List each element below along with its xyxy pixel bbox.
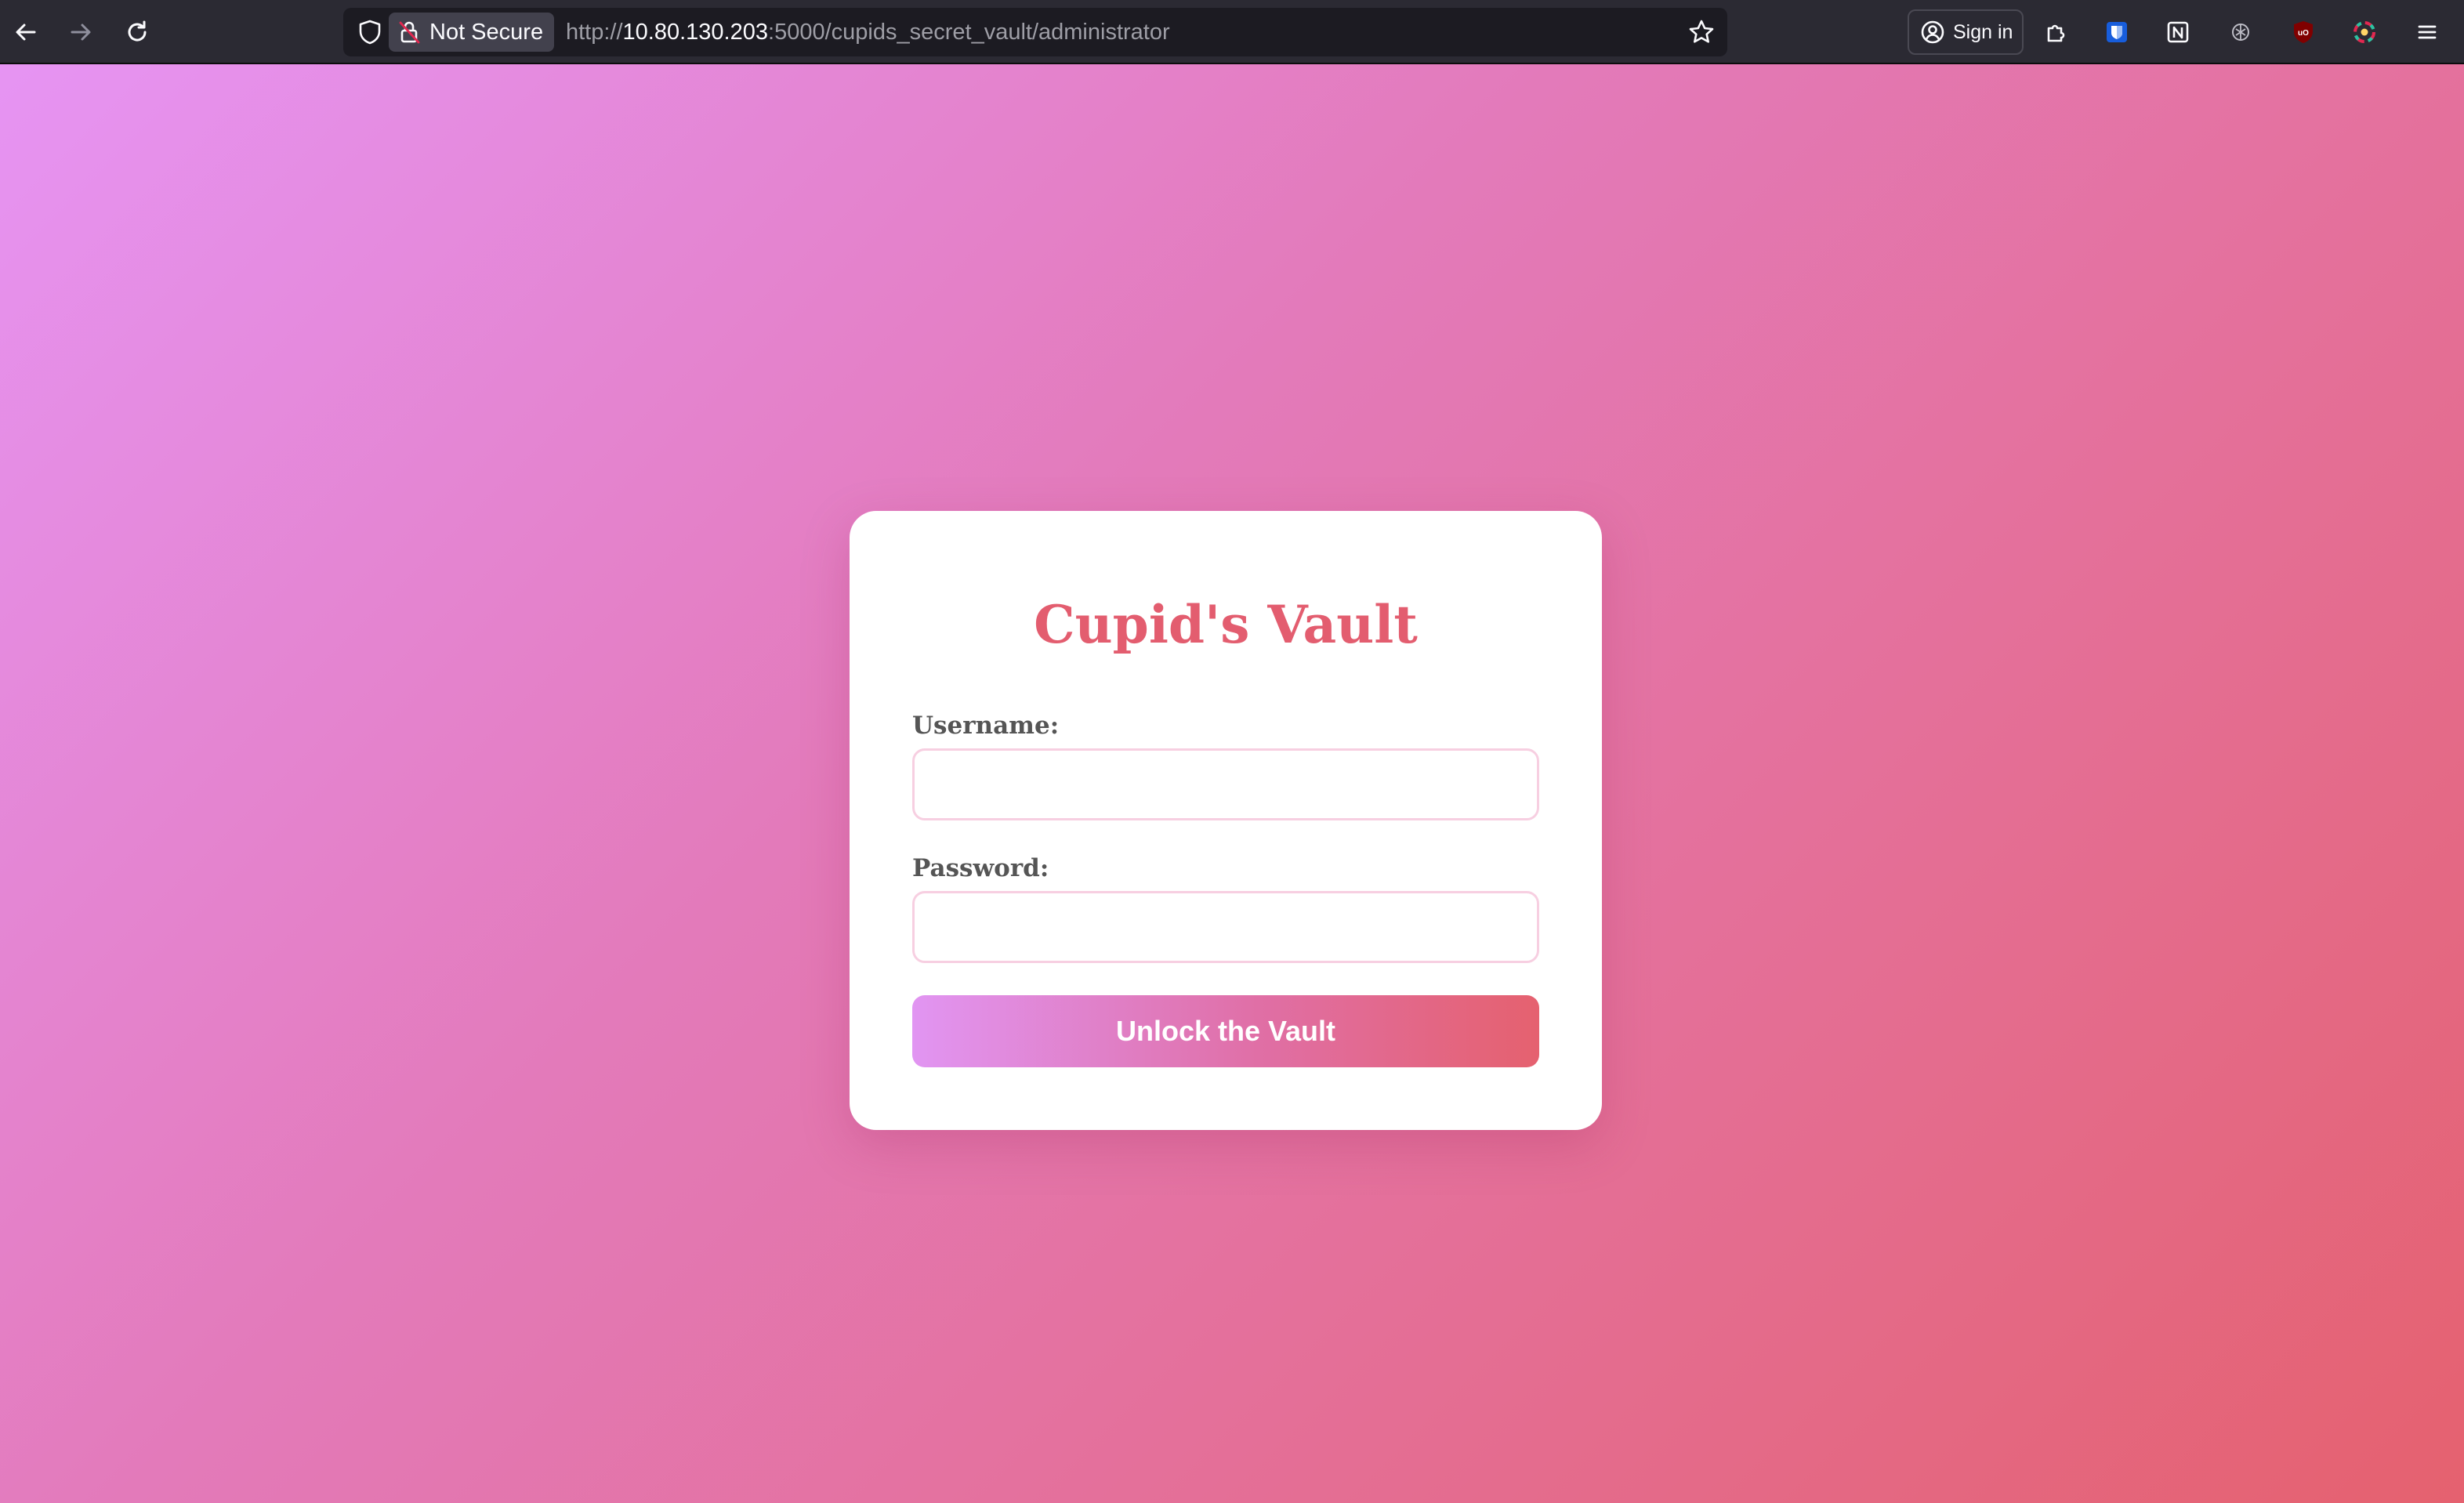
svg-text:uO: uO bbox=[2298, 29, 2309, 38]
color-picker-icon bbox=[2353, 21, 2375, 43]
page-viewport: Cupid's Vault Username: Password: Unlock… bbox=[0, 64, 2464, 1503]
ublock-extension-button[interactable]: uO bbox=[2281, 9, 2326, 55]
forward-icon bbox=[71, 24, 91, 41]
page-title: Cupid's Vault bbox=[1034, 594, 1418, 655]
unlock-vault-button[interactable]: Unlock the Vault bbox=[912, 995, 1539, 1067]
url-text[interactable]: http://10.80.130.203:5000/cupids_secret_… bbox=[566, 8, 1170, 56]
login-card: Cupid's Vault Username: Password: Unlock… bbox=[850, 511, 1602, 1130]
notion-extension-button[interactable] bbox=[2155, 9, 2201, 55]
color-picker-extension-button[interactable] bbox=[2342, 9, 2387, 55]
extension-button[interactable] bbox=[2218, 9, 2263, 55]
site-security-button[interactable]: Not Secure bbox=[389, 13, 555, 52]
password-input[interactable] bbox=[912, 891, 1539, 963]
tracking-protection-button[interactable] bbox=[356, 18, 384, 46]
username-label: Username: bbox=[912, 712, 1060, 740]
star-icon bbox=[1689, 20, 1714, 43]
ublock-icon: uO bbox=[2294, 21, 2313, 43]
extensions-button[interactable] bbox=[2033, 9, 2078, 55]
shield-icon bbox=[359, 20, 381, 45]
account-icon bbox=[1920, 20, 1945, 45]
reload-icon bbox=[128, 20, 147, 42]
insecure-lock-icon bbox=[398, 20, 422, 45]
app-menu-button[interactable] bbox=[2404, 9, 2450, 55]
menu-icon bbox=[2418, 25, 2437, 39]
forward-button[interactable] bbox=[58, 9, 103, 55]
notion-icon bbox=[2167, 21, 2189, 43]
extension-icon bbox=[2232, 24, 2249, 41]
url-scheme: http:// bbox=[566, 20, 623, 45]
bookmark-button[interactable] bbox=[1685, 16, 1718, 49]
back-button[interactable] bbox=[3, 9, 49, 55]
bitwarden-icon bbox=[2107, 22, 2127, 42]
browser-window: Not Secure http://10.80.130.203:5000/cup… bbox=[0, 0, 2464, 1503]
sign-in-label: Sign in bbox=[1953, 20, 2013, 43]
url-host: 10.80.130.203 bbox=[622, 20, 769, 45]
username-input[interactable] bbox=[912, 748, 1539, 820]
reload-button[interactable] bbox=[114, 9, 160, 55]
extensions-icon bbox=[2047, 24, 2065, 42]
browser-toolbar: Not Secure http://10.80.130.203:5000/cup… bbox=[0, 0, 2464, 64]
url-bar[interactable]: Not Secure http://10.80.130.203:5000/cup… bbox=[343, 8, 1727, 56]
bitwarden-extension-button[interactable] bbox=[2094, 9, 2140, 55]
back-icon bbox=[16, 24, 36, 41]
security-label: Not Secure bbox=[429, 19, 544, 45]
url-path: :5000/cupids_secret_vault/administrator bbox=[768, 20, 1170, 45]
password-label: Password: bbox=[912, 854, 1049, 882]
sign-in-button[interactable]: Sign in bbox=[1908, 9, 2024, 55]
